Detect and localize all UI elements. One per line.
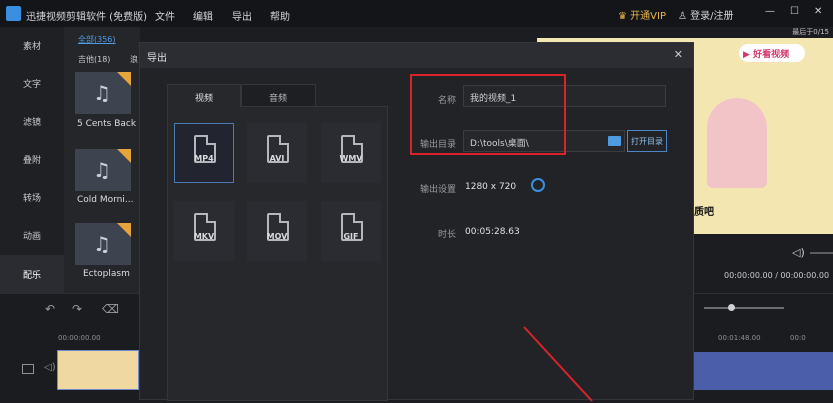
- export-dialog: 导出 ✕ 视频 音频 MP4 AVI WMV MKV MOV GIF 名称 我的…: [139, 42, 694, 402]
- folder-icon[interactable]: [608, 136, 621, 146]
- music-tab-all[interactable]: 全部(356): [78, 34, 116, 45]
- music-thumb-2[interactable]: ♫: [75, 149, 131, 191]
- vip-button[interactable]: ♛ 开通VIP: [618, 7, 666, 22]
- music-tab-row2-b[interactable]: 浪: [130, 54, 138, 65]
- settings-gear-icon[interactable]: [531, 178, 545, 192]
- menu-help[interactable]: 帮助: [270, 8, 290, 23]
- user-icon: ♙: [678, 11, 687, 22]
- sidebar-item-animation[interactable]: 动画: [0, 229, 64, 242]
- music-thumb-1[interactable]: ♫: [75, 72, 131, 114]
- format-wmv[interactable]: WMV: [321, 123, 381, 183]
- menu-file[interactable]: 文件: [155, 8, 175, 23]
- music-note-icon: ♫: [93, 232, 111, 256]
- music-note-icon: ♫: [93, 81, 111, 105]
- preview-time: 00:00:00.00 / 00:00:00.00: [724, 271, 830, 280]
- highlight-box: [410, 74, 566, 155]
- music-note-icon: ♫: [93, 158, 111, 182]
- app-logo-icon: [6, 6, 21, 21]
- tab-video-label: 视频: [195, 94, 214, 104]
- tab-audio-label: 音频: [269, 94, 288, 104]
- dialog-header: 导出 ✕: [140, 43, 693, 68]
- preview-controls: ◁) 00:00:00.00 / 00:00:00.00: [694, 234, 833, 293]
- preview-header-time: 最后于0/15: [792, 28, 829, 36]
- preview-top-bar: 最后于0/15: [694, 27, 833, 38]
- format-gif-label: GIF: [343, 232, 359, 241]
- music-thumb-3[interactable]: ♫: [75, 223, 131, 265]
- cartoon-character: [707, 98, 767, 188]
- duration-value: 00:05:28.63: [465, 227, 520, 237]
- login-button[interactable]: ♙ 登录/注册: [678, 7, 734, 22]
- format-avi[interactable]: AVI: [247, 123, 307, 183]
- output-settings-label: 输出设置: [419, 185, 456, 195]
- music-tab-row2-a[interactable]: 吉他(18): [78, 54, 110, 65]
- redo-icon[interactable]: ↷: [72, 302, 82, 316]
- download-badge-icon: [117, 223, 131, 237]
- sidebar-item-material[interactable]: 素材: [0, 39, 64, 52]
- maximize-button[interactable]: ☐: [790, 6, 799, 17]
- output-settings-value: 1280 x 720: [465, 182, 517, 192]
- minimize-button[interactable]: —: [765, 6, 775, 17]
- vip-label: 开通VIP: [630, 11, 666, 22]
- open-dir-button[interactable]: 打开目录: [627, 130, 667, 152]
- duration-label: 时长: [437, 230, 456, 240]
- preview-brand-logo: ▶ 好看视频: [739, 44, 805, 62]
- ruler-time-left: 00:00:00.00: [58, 334, 101, 342]
- zoom-slider[interactable]: [704, 307, 784, 309]
- menu-export[interactable]: 导出: [232, 8, 252, 23]
- sidebar-item-music-label: 配乐: [22, 271, 41, 281]
- volume-icon[interactable]: ◁): [792, 246, 805, 259]
- play-icon: ▶: [743, 50, 750, 60]
- download-badge-icon: [117, 72, 131, 86]
- format-mp4-label: MP4: [194, 154, 214, 163]
- download-badge-icon: [117, 149, 131, 163]
- title-bar: 迅捷视频剪辑软件 (免费版) 文件 编辑 导出 帮助 ♛ 开通VIP ♙ 登录/…: [0, 0, 833, 27]
- format-wmv-label: WMV: [339, 154, 363, 163]
- format-mov-label: MOV: [266, 232, 288, 241]
- tab-video[interactable]: 视频: [167, 84, 241, 107]
- preview-subtitle: 质吧: [694, 207, 714, 218]
- music-title-3: Ectoplasm: [83, 269, 130, 279]
- login-label: 登录/注册: [690, 11, 734, 22]
- red-arrow-annotation: [523, 326, 593, 402]
- app-title: 迅捷视频剪辑软件 (免费版): [26, 12, 147, 23]
- video-clip[interactable]: [57, 350, 139, 390]
- brand-label: 好看视频: [753, 50, 790, 60]
- sidebar-item-text[interactable]: 文字: [0, 77, 64, 90]
- volume-slider[interactable]: [810, 252, 833, 254]
- undo-icon[interactable]: ↶: [45, 302, 55, 316]
- format-avi-label: AVI: [269, 154, 285, 163]
- format-mp4[interactable]: MP4: [174, 123, 234, 183]
- ruler-time-right: 00:01:48.00: [718, 334, 761, 342]
- dialog-title: 导出: [147, 53, 167, 64]
- track-audio-icon[interactable]: ◁): [44, 362, 56, 373]
- sidebar: 素材 文字 滤镜 叠附 转场 动画 配乐: [0, 27, 64, 293]
- dialog-close-button[interactable]: ✕: [674, 48, 683, 61]
- music-title-2: Cold Morni...: [77, 195, 134, 205]
- format-mov[interactable]: MOV: [247, 201, 307, 261]
- format-gif[interactable]: GIF: [321, 201, 381, 261]
- close-button[interactable]: ✕: [814, 6, 822, 17]
- music-panel: 全部(356) 吉他(18) 浪 ♫ 5 Cents Back ♫ Cold M…: [64, 27, 140, 293]
- crown-icon: ♛: [618, 11, 627, 22]
- sidebar-item-music[interactable]: 配乐: [0, 255, 64, 293]
- audio-clip[interactable]: [690, 352, 833, 390]
- zoom-slider-knob[interactable]: [728, 304, 735, 311]
- format-mkv-label: MKV: [193, 232, 215, 241]
- sidebar-item-overlay[interactable]: 叠附: [0, 153, 64, 166]
- sidebar-item-transition[interactable]: 转场: [0, 191, 64, 204]
- tab-audio[interactable]: 音频: [241, 84, 316, 107]
- ruler-time-far: 00:0: [790, 334, 806, 342]
- track-video-icon: [22, 364, 34, 374]
- menu-edit[interactable]: 编辑: [193, 8, 213, 23]
- format-mkv[interactable]: MKV: [174, 201, 234, 261]
- music-title-1: 5 Cents Back: [77, 119, 137, 129]
- delete-icon[interactable]: ⌫: [102, 302, 119, 316]
- sidebar-item-filter[interactable]: 滤镜: [0, 115, 64, 128]
